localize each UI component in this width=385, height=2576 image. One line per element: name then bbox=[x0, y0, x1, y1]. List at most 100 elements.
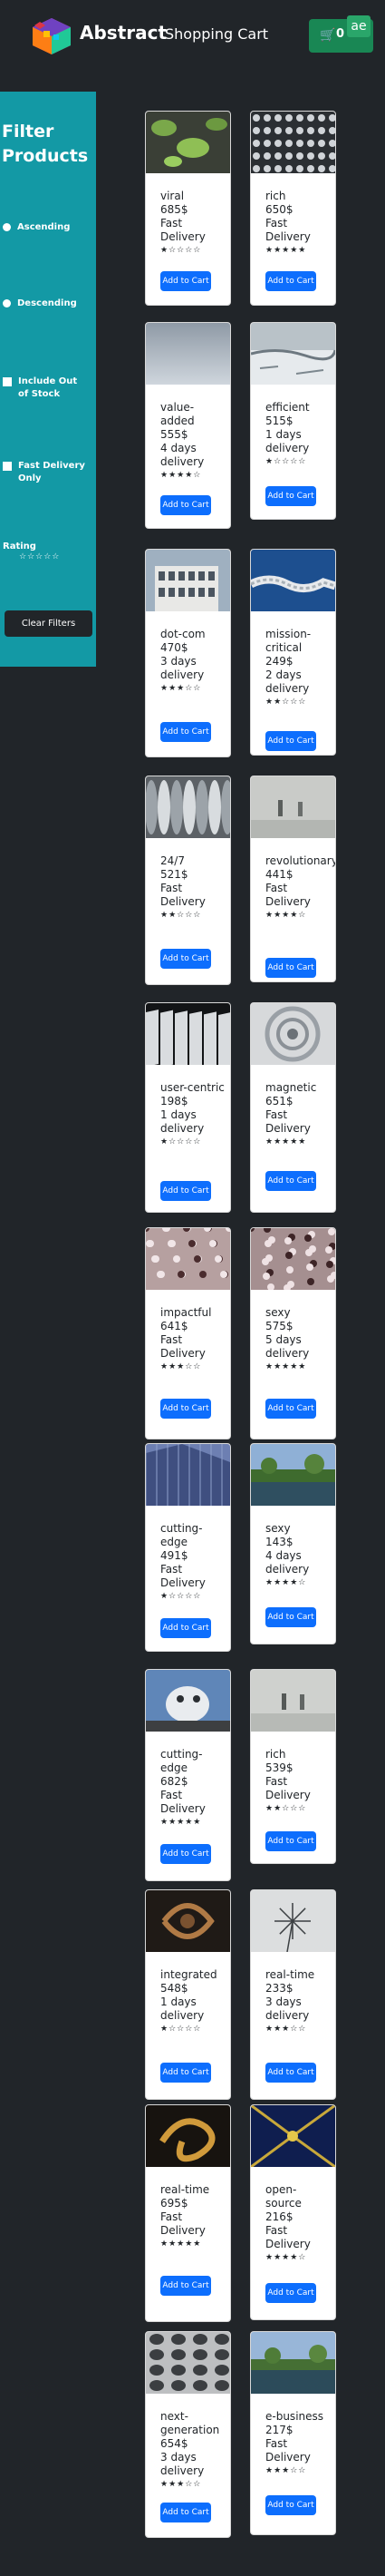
product-rating-stars: ★☆☆☆☆ bbox=[160, 1137, 202, 1147]
product-image bbox=[251, 112, 335, 173]
product-image bbox=[146, 323, 230, 385]
add-to-cart-button[interactable]: Add to Cart bbox=[160, 2276, 211, 2296]
product-rating-stars: ★★★★★ bbox=[160, 2239, 202, 2249]
product-delivery: Fast Delivery bbox=[265, 217, 311, 243]
product-name: integrated bbox=[160, 1968, 217, 1981]
product-rating-stars: ★★★☆☆ bbox=[160, 1362, 202, 1371]
product-card: rich 650$ Fast Delivery ★★★★★ Add to Cart bbox=[250, 111, 336, 306]
product-card: sexy 575$ 5 days delivery ★★★★★ Add to Cart bbox=[250, 1227, 336, 1439]
product-info: real-time 695$ Fast Delivery ★★★★★ bbox=[160, 2183, 226, 2249]
product-rating-stars: ★★★★★ bbox=[265, 1362, 307, 1371]
radio-button[interactable] bbox=[3, 299, 11, 307]
product-image bbox=[251, 2105, 335, 2167]
add-to-cart-button[interactable]: Add to Cart bbox=[265, 1607, 316, 1627]
product-rating-stars: ★★★★☆ bbox=[265, 2253, 307, 2262]
product-rating-stars: ★★★☆☆ bbox=[160, 684, 202, 693]
add-to-cart-button[interactable]: Add to Cart bbox=[160, 949, 211, 969]
add-to-cart-button[interactable]: Add to Cart bbox=[160, 495, 211, 515]
product-name: rich bbox=[265, 1748, 286, 1761]
product-info: 24/7 521$ Fast Delivery ★★☆☆☆ bbox=[160, 854, 226, 921]
filter-title: Filter Products bbox=[2, 122, 89, 166]
product-name: real-time bbox=[265, 1968, 315, 1981]
product-image bbox=[251, 776, 335, 838]
sort-ascending-option[interactable]: Ascending bbox=[3, 221, 70, 234]
product-rating-stars: ★★★☆☆ bbox=[160, 2480, 202, 2489]
product-price: 515$ bbox=[265, 415, 294, 427]
add-to-cart-button[interactable]: Add to Cart bbox=[265, 2283, 316, 2303]
product-price: 695$ bbox=[160, 2197, 188, 2210]
add-to-cart-button[interactable]: Add to Cart bbox=[265, 1831, 316, 1851]
product-card: 24/7 521$ Fast Delivery ★★☆☆☆ Add to Cart bbox=[145, 776, 231, 985]
add-to-cart-button[interactable]: Add to Cart bbox=[160, 1844, 211, 1864]
add-to-cart-button[interactable]: Add to Cart bbox=[265, 1171, 316, 1191]
checkbox[interactable] bbox=[3, 462, 12, 471]
product-name: viral bbox=[160, 190, 185, 202]
product-card: value-added 555$ 4 days delivery ★★★★☆ Add t… bbox=[145, 322, 231, 529]
product-image bbox=[251, 1890, 335, 1952]
abstract-logo-icon[interactable] bbox=[25, 16, 78, 54]
product-price: 217$ bbox=[265, 2424, 294, 2436]
product-image bbox=[251, 1444, 335, 1506]
product-price: 491$ bbox=[160, 1549, 188, 1562]
product-card: sexy 143$ 4 days delivery ★★★★☆ Add to Cart bbox=[250, 1443, 336, 1644]
product-info: open-source 216$ Fast Delivery ★★★★☆ bbox=[265, 2183, 332, 2263]
add-to-cart-button[interactable]: Add to Cart bbox=[160, 2503, 211, 2522]
rating-label: Rating bbox=[3, 542, 36, 551]
add-to-cart-button[interactable]: Add to Cart bbox=[160, 1181, 211, 1201]
product-delivery: 1 days delivery bbox=[160, 1108, 205, 1135]
add-to-cart-button[interactable]: Add to Cart bbox=[160, 271, 211, 291]
add-to-cart-button[interactable]: Add to Cart bbox=[160, 2063, 211, 2083]
product-delivery: 3 days delivery bbox=[160, 655, 205, 681]
fast-delivery-option[interactable]: Fast Delivery Only bbox=[3, 460, 86, 485]
radio-button[interactable] bbox=[3, 223, 11, 231]
product-name: next-generation bbox=[160, 2410, 220, 2436]
add-to-cart-button[interactable]: Add to Cart bbox=[265, 1399, 316, 1419]
add-to-cart-button[interactable]: Add to Cart bbox=[160, 1399, 211, 1419]
product-image bbox=[251, 2332, 335, 2394]
add-to-cart-button[interactable]: Add to Cart bbox=[265, 486, 316, 506]
include-out-of-stock-option[interactable]: Include Out of Stock bbox=[3, 376, 86, 401]
product-delivery: Fast Delivery bbox=[160, 1563, 206, 1589]
add-to-cart-button[interactable]: Add to Cart bbox=[265, 2495, 316, 2515]
product-card: cutting-edge 491$ Fast Delivery ★☆☆☆☆ Add to… bbox=[145, 1443, 231, 1652]
product-image bbox=[146, 2332, 230, 2394]
descending-label: Descending bbox=[17, 298, 77, 308]
product-delivery: 2 days delivery bbox=[265, 668, 310, 695]
product-name: sexy bbox=[265, 1306, 291, 1319]
product-rating-stars: ★★☆☆☆ bbox=[265, 698, 307, 707]
product-price: 441$ bbox=[265, 868, 294, 881]
add-to-cart-button[interactable]: Add to Cart bbox=[265, 2063, 316, 2083]
page-title: Shopping Cart bbox=[165, 25, 269, 43]
sort-descending-option[interactable]: Descending bbox=[3, 298, 77, 310]
product-delivery: 5 days delivery bbox=[265, 1333, 310, 1360]
product-card: cutting-edge 682$ Fast Delivery ★★★★★ Add to… bbox=[145, 1669, 231, 1881]
product-name: magnetic bbox=[265, 1081, 317, 1094]
product-delivery: Fast Delivery bbox=[160, 1789, 206, 1815]
rating-stars[interactable]: ☆☆☆☆☆ bbox=[19, 552, 60, 561]
product-info: dot-com 470$ 3 days delivery ★★★☆☆ bbox=[160, 628, 226, 694]
product-info: cutting-edge 491$ Fast Delivery ★☆☆☆☆ bbox=[160, 1522, 226, 1602]
product-price: 654$ bbox=[160, 2437, 188, 2450]
product-card: user-centric 198$ 1 days delivery ★☆☆☆☆ Add … bbox=[145, 1002, 231, 1213]
add-to-cart-button[interactable]: Add to Cart bbox=[265, 731, 316, 751]
product-card: impactful 641$ Fast Delivery ★★★☆☆ Add to Ca… bbox=[145, 1227, 231, 1439]
product-price: 650$ bbox=[265, 203, 294, 216]
product-rating-stars: ★★★☆☆ bbox=[265, 2466, 307, 2475]
brand-name[interactable]: Abstract bbox=[80, 22, 167, 44]
add-to-cart-button[interactable]: Add to Cart bbox=[265, 271, 316, 291]
product-image bbox=[146, 1003, 230, 1065]
add-to-cart-button[interactable]: Add to Cart bbox=[160, 1618, 211, 1638]
product-price: 143$ bbox=[265, 1536, 294, 1548]
product-name: value-added bbox=[160, 401, 195, 427]
product-info: sexy 143$ 4 days delivery ★★★★☆ bbox=[265, 1522, 332, 1588]
add-to-cart-button[interactable]: Add to Cart bbox=[160, 722, 211, 742]
product-image bbox=[251, 323, 335, 385]
product-price: 548$ bbox=[160, 1982, 188, 1995]
clear-filters-button[interactable]: Clear Filters bbox=[5, 610, 92, 637]
add-to-cart-button[interactable]: Add to Cart bbox=[265, 958, 316, 978]
product-rating-stars: ★★★★★ bbox=[265, 1137, 307, 1147]
product-card: open-source 216$ Fast Delivery ★★★★☆ Add to … bbox=[250, 2104, 336, 2320]
rating-filter[interactable]: Rating ☆☆☆☆☆ bbox=[3, 542, 96, 561]
checkbox[interactable] bbox=[3, 377, 12, 386]
product-name: e-business bbox=[265, 2410, 324, 2423]
